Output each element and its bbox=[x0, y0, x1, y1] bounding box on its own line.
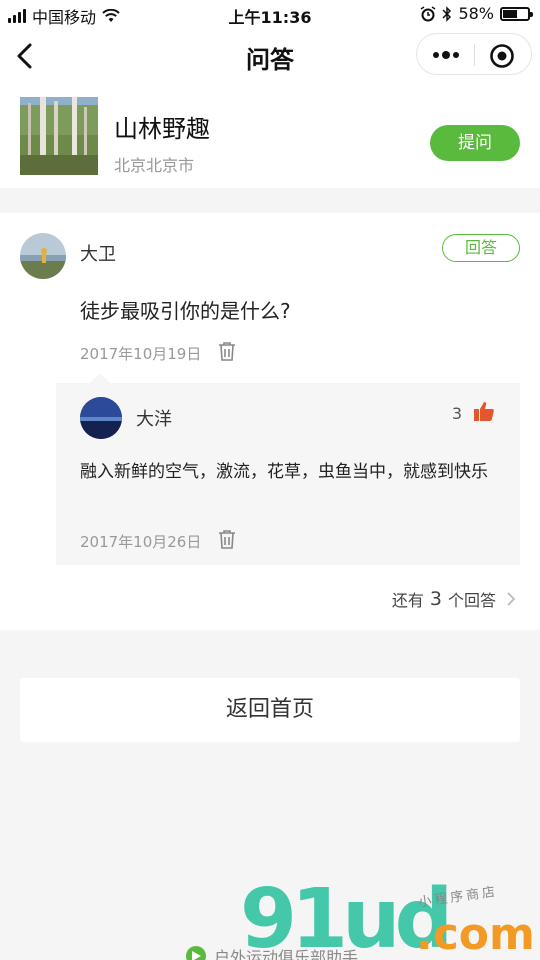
chevron-right-icon bbox=[507, 592, 516, 606]
place-header: 山林野趣 北京北京市 提问 bbox=[0, 83, 540, 188]
back-home-button[interactable]: 返回首页 bbox=[20, 678, 520, 742]
trash-icon[interactable] bbox=[218, 341, 236, 361]
question-author: 大卫 bbox=[80, 244, 116, 265]
trash-icon[interactable] bbox=[218, 529, 236, 549]
plane-icon bbox=[186, 946, 206, 960]
bluetooth-icon bbox=[442, 5, 452, 22]
alarm-icon bbox=[421, 5, 436, 21]
nav-bar: 问答 bbox=[0, 28, 540, 83]
question-text: 徒步最吸引你的是什么? bbox=[80, 299, 291, 323]
more-answers-suffix: 个回答 bbox=[447, 591, 496, 610]
capsule-menu bbox=[416, 33, 532, 75]
avatar[interactable] bbox=[20, 233, 66, 279]
answer-text: 融入新鲜的空气，激流，花草，虫鱼当中，就感到快乐 bbox=[80, 462, 488, 482]
ask-question-button[interactable]: 提问 bbox=[430, 125, 520, 161]
more-dots-icon[interactable] bbox=[431, 46, 461, 64]
place-title: 山林野趣 bbox=[114, 115, 210, 143]
answer-date: 2017年10月26日 bbox=[80, 533, 202, 551]
battery-percent: 58% bbox=[458, 4, 494, 23]
avatar[interactable] bbox=[80, 397, 122, 439]
question-date: 2017年10月19日 bbox=[80, 345, 202, 363]
status-bar: 中国移动 上午11:36 58% bbox=[0, 0, 540, 28]
question-card: 大卫 回答 徒步最吸引你的是什么? 2017年10月19日 大洋 3 融入新鲜的… bbox=[0, 213, 540, 630]
place-thumbnail[interactable] bbox=[20, 97, 98, 175]
reply-button[interactable]: 回答 bbox=[442, 234, 520, 262]
watermark-com: .com bbox=[416, 909, 535, 960]
watermark: 91ud 小程序商店 .com bbox=[240, 879, 540, 960]
answer-box: 大洋 3 融入新鲜的空气，激流，花草，虫鱼当中，就感到快乐 2017年10月26… bbox=[56, 373, 520, 565]
more-answers-link[interactable]: 还有 3 个回答 bbox=[392, 587, 516, 611]
answer-author: 大洋 bbox=[136, 409, 172, 430]
more-answers-prefix: 还有 bbox=[391, 591, 424, 610]
battery-icon bbox=[500, 6, 533, 21]
capsule-divider bbox=[474, 44, 475, 66]
place-location: 北京北京市 bbox=[114, 156, 195, 175]
target-circle-icon[interactable] bbox=[489, 43, 515, 69]
status-right: 58% bbox=[420, 4, 533, 23]
like-count: 3 bbox=[451, 404, 462, 423]
thumbs-up-icon[interactable] bbox=[474, 401, 494, 421]
more-answers-count: 3 bbox=[429, 588, 442, 610]
